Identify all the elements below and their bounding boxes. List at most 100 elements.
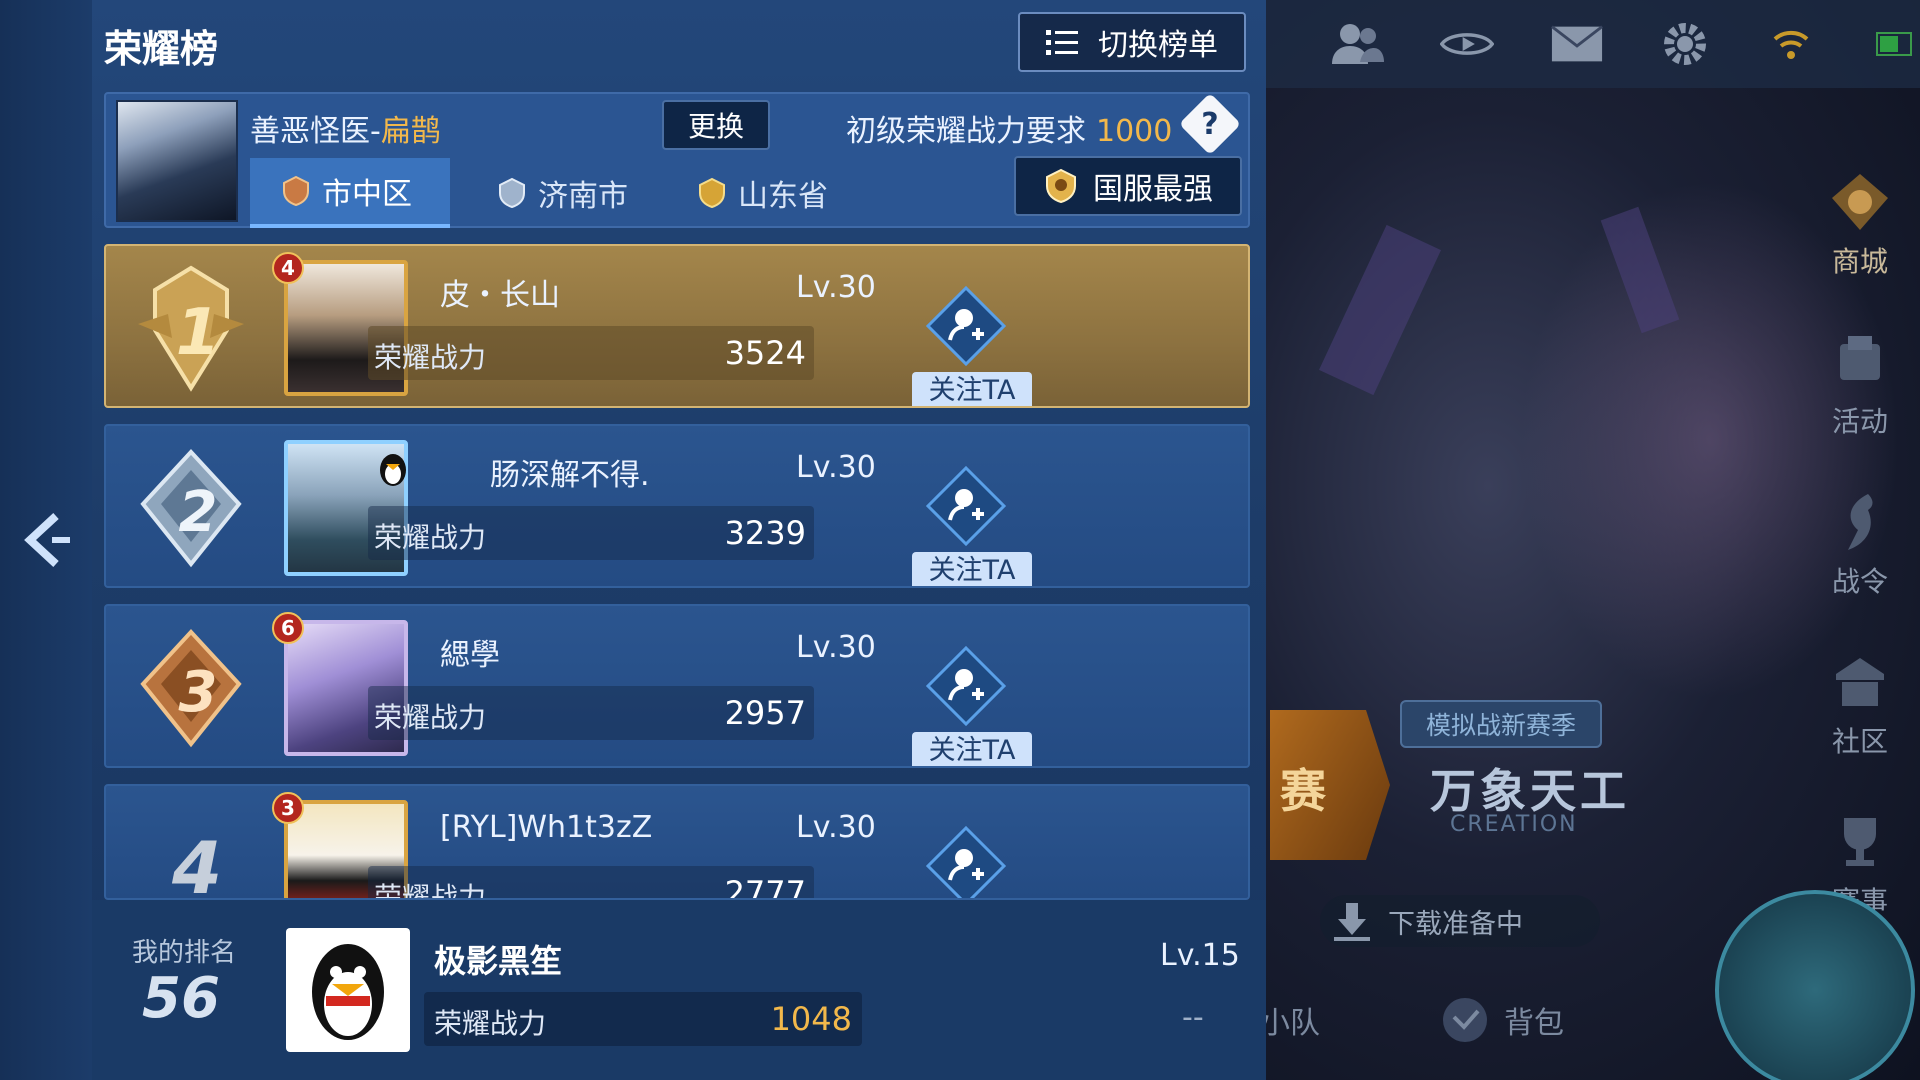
tab-city[interactable]: 济南市: [466, 158, 658, 228]
menu-shop[interactable]: 商城: [1805, 170, 1915, 280]
friends-icon[interactable]: [1330, 17, 1384, 71]
change-hero-button[interactable]: 更换: [662, 100, 770, 150]
power-value: 3239: [724, 514, 806, 552]
hero-selector: 善恶怪医-扁鹊 更换 初级荣耀战力要求 1000 ? 市中区 济南市 山东省 国服…: [104, 92, 1250, 228]
player-level: Lv.30: [796, 270, 876, 305]
tab-district[interactable]: 市中区: [250, 158, 450, 228]
my-rank-label: 我的排名: [132, 938, 237, 968]
power-bar: 荣耀战力 3524: [368, 326, 814, 380]
power-label: 荣耀战力: [374, 341, 487, 374]
leaderboard-row[interactable]: 1 4 皮・长山 Lv.30 荣耀战力 3524 关注TA: [104, 244, 1250, 408]
season-banner[interactable]: 赛 模拟战新赛季 万象天工 CREATION: [1270, 690, 1690, 890]
watch-icon[interactable]: [1440, 17, 1494, 71]
power-bar: 荣耀战力 2957: [368, 686, 814, 740]
community-icon: [1828, 650, 1892, 714]
hero-skin-name: 善恶怪医-: [250, 114, 381, 149]
tab-province[interactable]: 山东省: [666, 158, 858, 228]
tab-label: 市中区: [322, 177, 412, 212]
follow-button[interactable]: 关注TA: [912, 372, 1032, 406]
national-best-label: 国服最强: [1093, 172, 1213, 207]
wifi-icon: [1766, 17, 1815, 71]
mail-icon[interactable]: [1550, 17, 1604, 71]
nav-label: 小队: [1260, 1006, 1320, 1041]
top-bar: [1260, 0, 1920, 88]
leaderboard-row[interactable]: 4 3 [RYL]Wh1t3zZ Lv.30 荣耀战力 2777: [104, 784, 1250, 900]
screen: 商城 活动 战令 社区 赛事 赛 模拟战新赛季 万象天工 CREATION 下载…: [0, 0, 1920, 1080]
menu-event[interactable]: 活动: [1805, 330, 1915, 440]
menu-label: 战令: [1831, 565, 1888, 598]
question-icon: ?: [1201, 106, 1219, 142]
follow-icon[interactable]: [926, 826, 1006, 900]
leaderboard-row[interactable]: 2 肠深解不得. Lv.30 荣耀战力 3239 关注TA: [104, 424, 1250, 588]
trophy-icon: [1828, 810, 1892, 874]
switch-label: 切换榜单: [1098, 28, 1218, 63]
my-avatar[interactable]: [286, 928, 410, 1052]
battery-icon: [1871, 17, 1920, 71]
power-value: 2957: [724, 694, 806, 732]
battle-pass-icon: [1828, 490, 1892, 554]
shop-icon: [1828, 170, 1892, 234]
silver-shield-icon: [499, 177, 525, 209]
hero-name: 善恶怪医-扁鹊: [250, 106, 441, 150]
player-name: 皮・长山: [440, 278, 560, 313]
bottom-nav: 小队 背包: [1240, 985, 1760, 1055]
tab-label: 山东省: [738, 179, 828, 214]
follow-icon[interactable]: [926, 646, 1006, 726]
leaderboard-panel: 荣耀榜 切换榜单 善恶怪医-扁鹊 更换 初级荣耀战力要求 1000 ? 市中区 济…: [92, 0, 1266, 1080]
nav-team[interactable]: 小队: [1260, 998, 1320, 1042]
follow-icon[interactable]: [926, 286, 1006, 366]
my-rank-bar: 我的排名 56 极影黑笙 Lv.15 荣耀战力 1048 --: [92, 900, 1266, 1080]
power-label: 荣耀战力: [374, 881, 487, 900]
penguin-icon: [312, 944, 384, 1040]
power-requirement: 初级荣耀战力要求 1000: [846, 106, 1172, 150]
season-tag: 模拟战新赛季: [1400, 700, 1603, 748]
left-strip: [0, 0, 92, 1080]
my-rank-number: 56: [142, 966, 220, 1031]
rank-number: 4: [171, 826, 223, 900]
menu-label: 社区: [1831, 725, 1888, 758]
avatar-level-badge: 3: [272, 792, 304, 824]
follow-icon[interactable]: [926, 466, 1006, 546]
download-icon: [1334, 903, 1370, 941]
season-subtitle: CREATION: [1450, 812, 1578, 837]
power-label: 荣耀战力: [374, 701, 487, 734]
penguin-icon: [380, 454, 406, 486]
leaderboard-row[interactable]: 3 6 緦學 Lv.30 荣耀战力 2957 关注TA: [104, 604, 1250, 768]
avatar-level-badge: 6: [272, 612, 304, 644]
my-power-bar: 荣耀战力 1048: [424, 992, 862, 1046]
my-dash: --: [1182, 1000, 1204, 1035]
switch-leaderboard-button[interactable]: 切换榜单: [1018, 12, 1246, 72]
help-button[interactable]: ?: [1178, 92, 1242, 156]
my-power-value: 1048: [770, 1000, 852, 1038]
national-best-button[interactable]: 国服最强: [1014, 156, 1242, 216]
gear-icon[interactable]: [1660, 17, 1710, 71]
tab-label: 济南市: [538, 179, 628, 214]
crest-icon: [1046, 168, 1076, 204]
rank-number: 3: [178, 660, 218, 725]
mode-card[interactable]: 赛: [1270, 710, 1390, 860]
my-level: Lv.15: [1160, 938, 1240, 973]
download-label: 下载准备中: [1388, 908, 1523, 940]
menu-community[interactable]: 社区: [1805, 650, 1915, 760]
power-value: 2777: [724, 874, 806, 900]
download-status: 下载准备中: [1320, 895, 1600, 947]
follow-button[interactable]: 关注TA: [912, 552, 1032, 586]
event-icon: [1828, 330, 1892, 394]
hero-name-highlight: 扁鹊: [380, 114, 441, 149]
menu-battle-pass[interactable]: 战令: [1805, 490, 1915, 600]
follow-button[interactable]: 关注TA: [912, 732, 1032, 766]
back-button[interactable]: [22, 510, 72, 570]
power-bar: 荣耀战力 2777: [368, 866, 814, 900]
bag-icon: [1443, 998, 1487, 1042]
power-bar: 荣耀战力 3239: [368, 506, 814, 560]
power-label: 荣耀战力: [374, 521, 487, 554]
assistant-avatar[interactable]: [1715, 890, 1915, 1080]
back-arrow-icon: [24, 513, 70, 567]
player-level: Lv.30: [796, 630, 876, 665]
player-name: 緦學: [440, 638, 500, 673]
list-icon: [1046, 30, 1078, 55]
player-level: Lv.30: [796, 450, 876, 485]
nav-bag[interactable]: 背包: [1440, 995, 1564, 1045]
hero-portrait: [116, 100, 238, 222]
requirement-value: 1000: [1096, 114, 1173, 149]
